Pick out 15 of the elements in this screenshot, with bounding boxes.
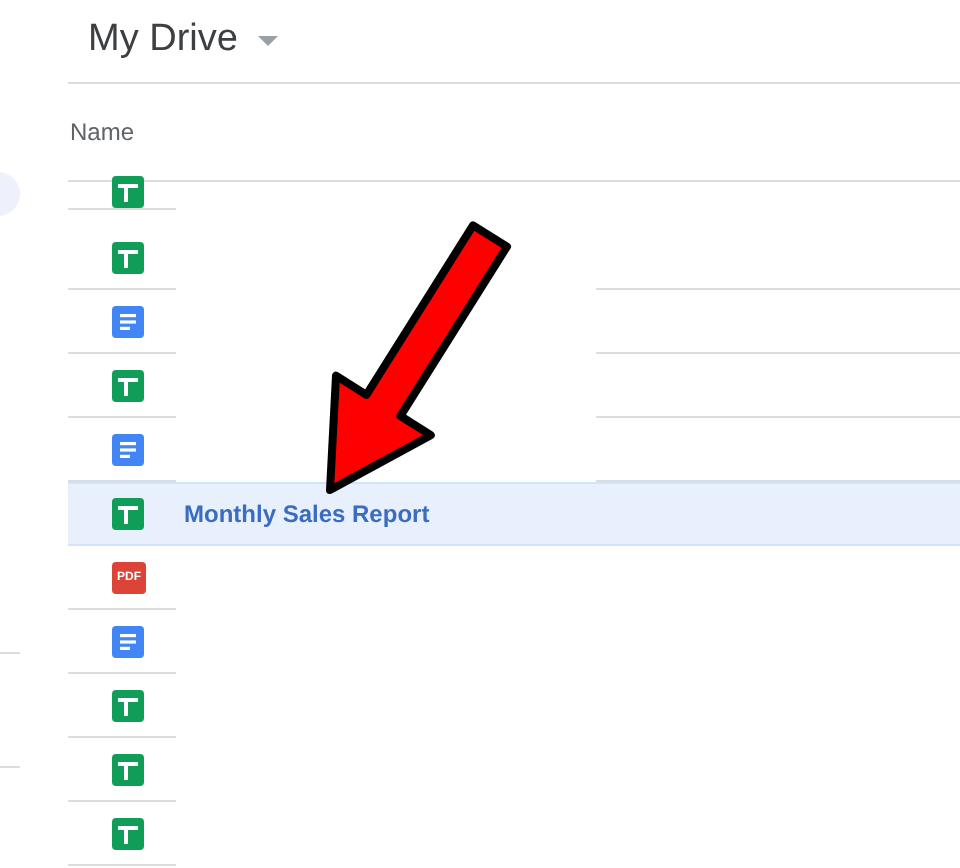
spreadsheet-icon [112,753,144,785]
spreadsheet-icon [112,817,144,849]
document-icon [112,433,144,465]
page-title: My Drive [88,16,238,65]
spreadsheet-icon [112,498,144,530]
spreadsheet-icon [112,369,144,401]
column-header[interactable]: Name [70,114,135,150]
file-name[interactable]: Monthly Sales Report [184,496,430,532]
spreadsheet-icon [112,689,144,721]
file-row[interactable]: Monthly Sales Report [68,482,960,546]
caret-icon[interactable] [257,36,278,46]
spreadsheet-icon [112,176,144,208]
spreadsheet-icon [112,241,144,273]
document-icon [112,625,144,657]
document-icon [112,305,144,337]
